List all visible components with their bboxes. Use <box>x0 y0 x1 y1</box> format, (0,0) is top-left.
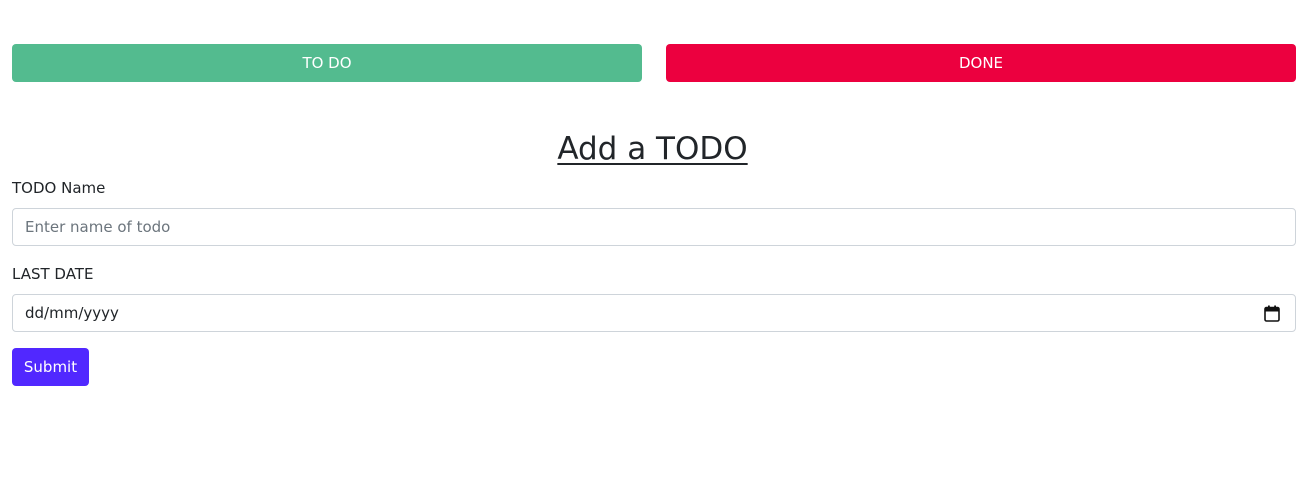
submit-button[interactable]: Submit <box>12 348 89 386</box>
page: TO DO DONE Add a TODO TODO Name LAST DAT… <box>0 0 1305 491</box>
last-date-label: LAST DATE <box>12 265 94 283</box>
date-placeholder: dd/mm/yyyy <box>25 304 119 322</box>
form-title: Add a TODO <box>557 131 748 167</box>
status-tabs: TO DO DONE <box>12 44 1296 82</box>
last-date-input[interactable]: dd/mm/yyyy <box>12 294 1296 332</box>
calendar-icon[interactable] <box>1264 305 1280 322</box>
todo-name-input[interactable] <box>12 208 1296 246</box>
done-tab-button[interactable]: DONE <box>666 44 1296 82</box>
todo-name-label: TODO Name <box>12 179 106 197</box>
todo-tab-button[interactable]: TO DO <box>12 44 642 82</box>
